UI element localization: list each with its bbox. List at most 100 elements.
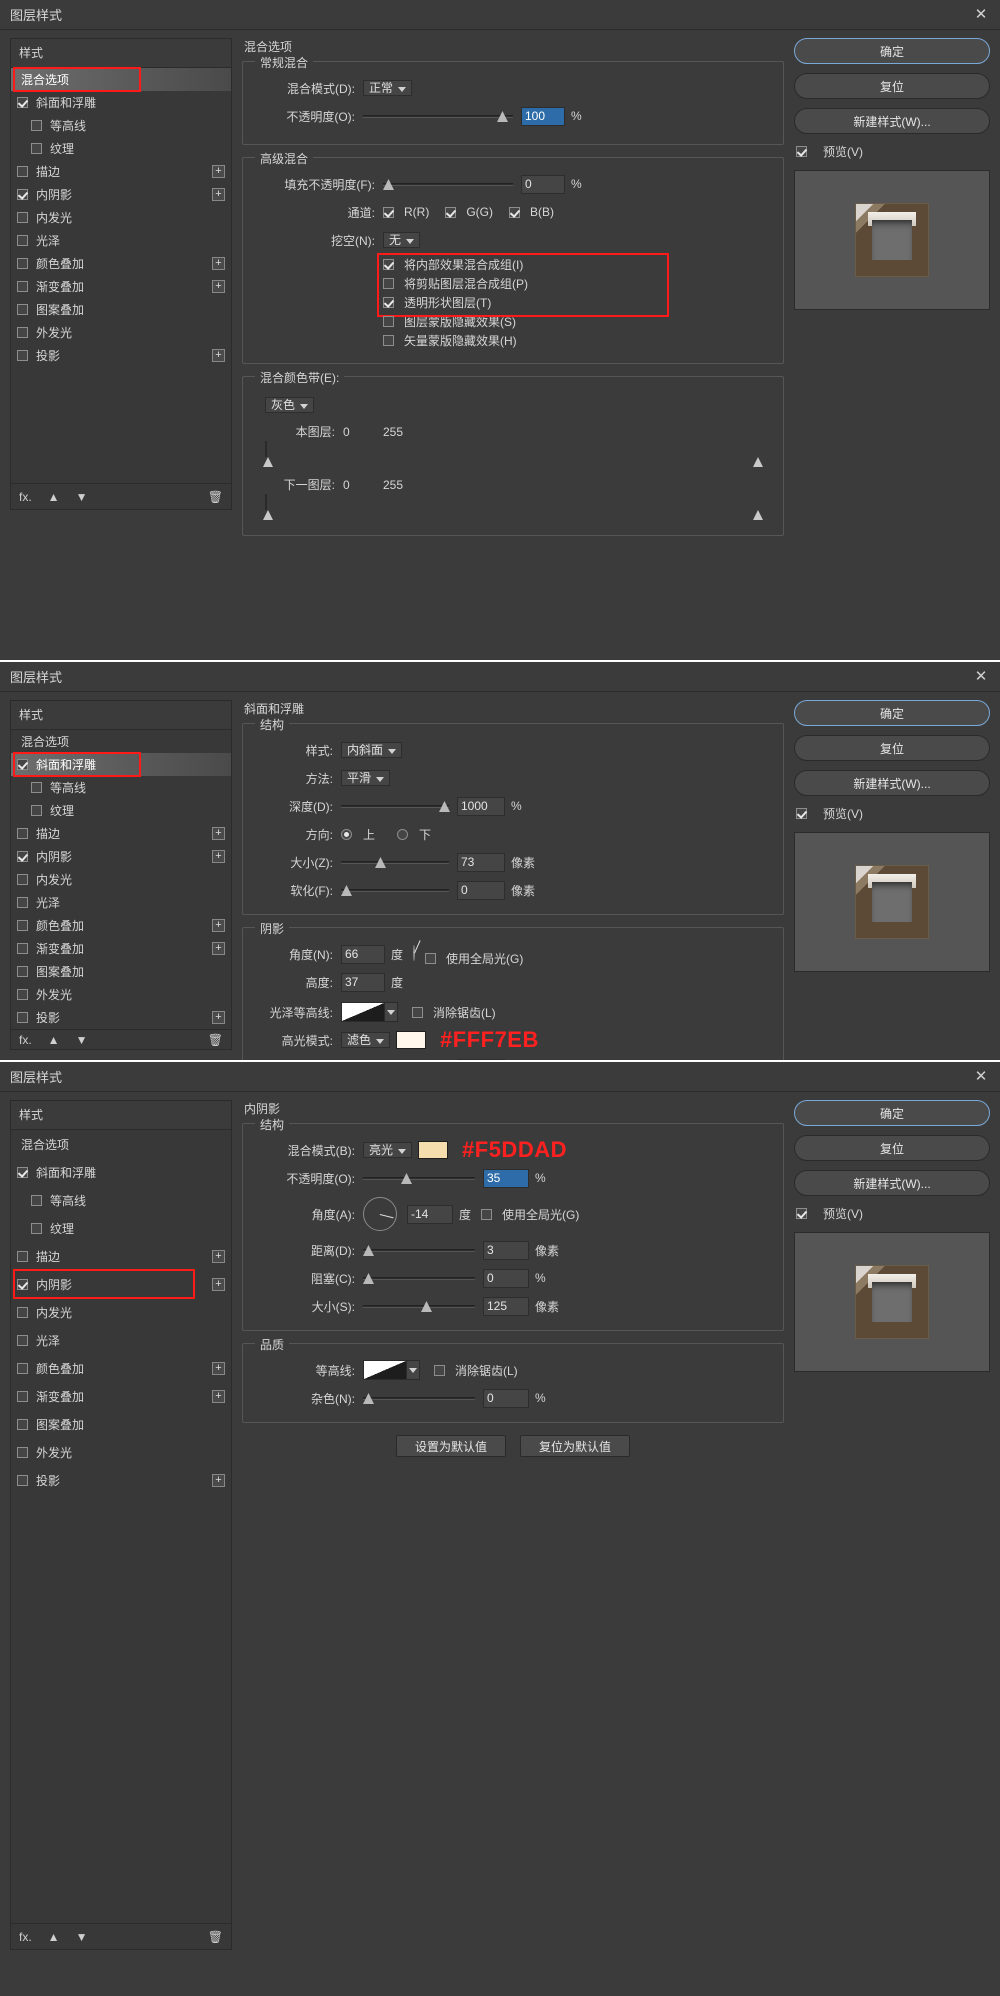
reset-default-button[interactable]: 复位为默认值 (520, 1435, 630, 1457)
use-global-light-row[interactable]: 使用全局光(G) (425, 950, 523, 967)
add-effect-icon[interactable]: + (212, 257, 225, 270)
sidebar-item-blending-options[interactable]: 混合选项 (11, 67, 231, 92)
opacity-slider[interactable] (363, 108, 513, 124)
angle-input[interactable] (341, 944, 385, 964)
checkbox[interactable] (383, 278, 394, 289)
delete-icon[interactable]: 🗑 (208, 1930, 223, 1944)
move-down-icon[interactable]: ▼ (76, 1033, 88, 1047)
sidebar-item-texture[interactable]: 纹理 (11, 1214, 231, 1242)
delete-icon[interactable]: 🗑 (208, 1033, 223, 1047)
checkbox[interactable] (17, 281, 28, 292)
move-up-icon[interactable]: ▲ (48, 1930, 60, 1944)
add-effect-icon[interactable]: + (212, 1011, 225, 1024)
checkbox[interactable] (17, 874, 28, 885)
close-icon[interactable]: ✕ (972, 7, 990, 22)
checkbox[interactable] (17, 350, 28, 361)
sidebar-item-stroke[interactable]: 描边 + (11, 160, 231, 183)
opacity-input[interactable] (483, 1168, 529, 1188)
direction-down-radio[interactable]: 下 (397, 826, 431, 843)
ok-button[interactable]: 确定 (794, 38, 990, 64)
add-effect-icon[interactable]: + (212, 188, 225, 201)
sidebar-item-satin[interactable]: 光泽 (11, 229, 231, 252)
checkbox[interactable] (796, 146, 807, 157)
checkbox[interactable] (383, 206, 394, 218)
technique-select[interactable]: 平滑 (341, 770, 391, 786)
knockout-select[interactable]: 无 (383, 232, 421, 248)
preview-row[interactable]: 预览(V) (796, 1205, 990, 1222)
checkbox[interactable] (17, 1474, 28, 1486)
reset-button[interactable]: 复位 (794, 73, 990, 99)
bevel-style-select[interactable]: 内斜面 (341, 742, 403, 758)
depth-input[interactable] (457, 796, 505, 816)
checkbox[interactable] (17, 235, 28, 246)
under-layer-max[interactable]: 255 (383, 478, 443, 492)
close-icon[interactable]: ✕ (972, 1069, 990, 1084)
checkbox[interactable] (17, 1334, 28, 1346)
sidebar-item-outer-glow[interactable]: 外发光 (11, 321, 231, 344)
sidebar-item-color-overlay[interactable]: 颜色叠加 + (11, 252, 231, 275)
checkbox[interactable] (17, 258, 28, 269)
move-up-icon[interactable]: ▲ (48, 1033, 60, 1047)
use-global-light-row[interactable]: 使用全局光(G) (481, 1206, 579, 1223)
add-effect-icon[interactable]: + (212, 919, 225, 932)
altitude-input[interactable] (341, 972, 385, 992)
sidebar-item-gradient-overlay[interactable]: 渐变叠加 + (11, 275, 231, 298)
under-layer-slider[interactable] (263, 494, 763, 523)
sidebar-item-drop-shadow[interactable]: 投影 + (11, 1466, 231, 1494)
sidebar-item-outer-glow[interactable]: 外发光 (11, 1438, 231, 1466)
sidebar-item-contour[interactable]: 等高线 (11, 776, 231, 799)
add-effect-icon[interactable]: + (212, 827, 225, 840)
sidebar-item-color-overlay[interactable]: 颜色叠加 + (11, 1354, 231, 1382)
sidebar-item-inner-glow[interactable]: 内发光 (11, 206, 231, 229)
vector-mask-hides-effects-row[interactable]: 矢量蒙版隐藏效果(H) (383, 332, 771, 349)
sidebar-item-bevel-emboss[interactable]: 斜面和浮雕 (11, 752, 231, 777)
sidebar-item-inner-glow[interactable]: 内发光 (11, 868, 231, 891)
sidebar-item-satin[interactable]: 光泽 (11, 1326, 231, 1354)
sidebar-item-pattern-overlay[interactable]: 图案叠加 (11, 298, 231, 321)
opacity-input[interactable] (521, 106, 565, 126)
sidebar-item-contour[interactable]: 等高线 (11, 114, 231, 137)
checkbox[interactable] (509, 206, 520, 218)
checkbox[interactable] (17, 851, 28, 862)
chevron-down-icon[interactable] (407, 1360, 420, 1380)
size-slider[interactable] (341, 854, 449, 870)
new-style-button[interactable]: 新建样式(W)... (794, 1170, 990, 1196)
fill-opacity-input[interactable] (521, 174, 565, 194)
channel-b[interactable]: B(B) (509, 205, 554, 219)
size-input[interactable] (457, 852, 505, 872)
blend-interior-effects-row[interactable]: 将内部效果混合成组(I) (383, 256, 771, 273)
choke-input[interactable] (483, 1268, 529, 1288)
channel-g[interactable]: G(G) (445, 205, 493, 219)
checkbox[interactable] (17, 989, 28, 1000)
antialias-row[interactable]: 消除锯齿(L) (434, 1362, 518, 1379)
checkbox[interactable] (17, 304, 28, 315)
direction-up-radio[interactable]: 上 (341, 826, 375, 843)
add-effect-icon[interactable]: + (212, 942, 225, 955)
transparency-shapes-layer-row[interactable]: 透明形状图层(T) (383, 294, 771, 311)
checkbox[interactable] (17, 759, 28, 770)
this-layer-max[interactable]: 255 (383, 425, 443, 439)
fx-icon[interactable]: fx. (19, 490, 32, 504)
soften-slider[interactable] (341, 882, 449, 898)
checkbox[interactable] (17, 1250, 28, 1262)
checkbox[interactable] (17, 1166, 28, 1178)
delete-icon[interactable]: 🗑 (208, 490, 223, 504)
channel-r[interactable]: R(R) (383, 205, 429, 219)
checkbox[interactable] (412, 1006, 423, 1018)
reset-button[interactable]: 复位 (794, 735, 990, 761)
add-effect-icon[interactable]: + (212, 1249, 225, 1263)
set-default-button[interactable]: 设置为默认值 (396, 1435, 506, 1457)
size-slider[interactable] (363, 1298, 475, 1314)
blend-mode-select[interactable]: 正常 (363, 80, 413, 96)
ok-button[interactable]: 确定 (794, 1100, 990, 1126)
add-effect-icon[interactable]: + (212, 349, 225, 362)
sidebar-item-inner-shadow[interactable]: 内阴影 + (11, 845, 231, 868)
sidebar-item-color-overlay[interactable]: 颜色叠加 + (11, 914, 231, 937)
reset-button[interactable]: 复位 (794, 1135, 990, 1161)
checkbox[interactable] (31, 805, 42, 816)
checkbox[interactable] (17, 943, 28, 954)
checkbox[interactable] (481, 1208, 493, 1220)
layer-mask-hides-effects-row[interactable]: 图层蒙版隐藏效果(S) (383, 313, 771, 330)
sidebar-item-pattern-overlay[interactable]: 图案叠加 (11, 960, 231, 983)
checkbox[interactable] (383, 297, 394, 308)
